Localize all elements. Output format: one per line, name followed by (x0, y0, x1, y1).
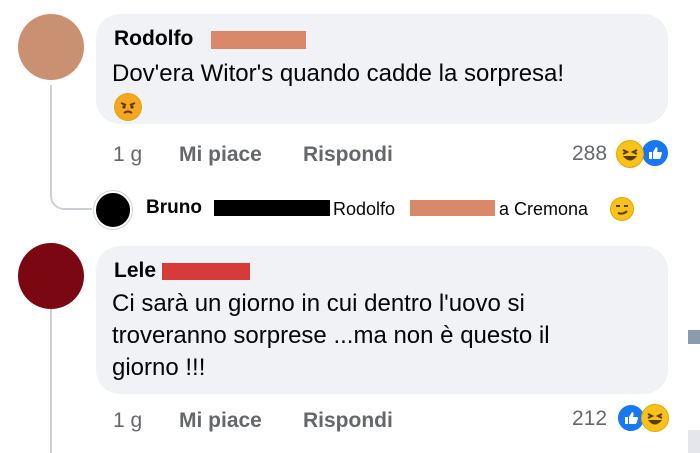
comment-text-line: troveranno sorprese ...ma non è questo i… (112, 322, 550, 349)
comment-time[interactable]: 1 g (113, 409, 142, 433)
avatar[interactable] (18, 243, 84, 309)
reaction-count[interactable]: 212 (572, 407, 607, 431)
edge-marker (688, 330, 700, 344)
like-button[interactable]: Mi piace (179, 409, 262, 433)
thread-connector-bottom (50, 302, 52, 453)
like-button[interactable]: Mi piace (179, 143, 262, 167)
comment-time[interactable]: 1 g (113, 143, 142, 167)
reaction-count[interactable]: 288 (572, 142, 607, 166)
edge-marker (688, 430, 700, 453)
angry-emoji-icon (114, 93, 142, 121)
redacted-surname (211, 31, 306, 49)
avatar[interactable] (94, 191, 132, 229)
comment-bubble: Rodolfo Dov'era Witor's quando cadde la … (96, 14, 668, 124)
reply-mention[interactable]: Rodolfo (333, 199, 395, 220)
thread-connector (50, 85, 92, 210)
redacted-surname (214, 200, 330, 216)
comment-text-line: Ci sarà un giorno in cui dentro l'uovo s… (112, 290, 525, 317)
reply-author[interactable]: Bruno (146, 197, 202, 219)
smirk-emoji-icon (610, 197, 634, 221)
comment-text: Dov'era Witor's quando cadde la sorpresa… (112, 60, 565, 87)
redacted-surname (410, 200, 495, 216)
avatar[interactable] (18, 14, 84, 80)
reply-button[interactable]: Rispondi (303, 409, 393, 433)
comment-author[interactable]: Rodolfo (114, 27, 193, 51)
like-icon[interactable] (640, 138, 670, 168)
reply-button[interactable]: Rispondi (303, 143, 393, 167)
comment-author[interactable]: Lele (114, 259, 156, 283)
laughing-emoji-icon[interactable] (641, 404, 669, 432)
reply-text: a Cremona (499, 199, 589, 219)
comment-bubble: Lele Ci sarà un giorno in cui dentro l'u… (96, 246, 668, 394)
comment-text-line: giorno !!! (112, 354, 206, 381)
redacted-surname (162, 263, 250, 280)
laughing-emoji-icon[interactable] (616, 140, 644, 168)
